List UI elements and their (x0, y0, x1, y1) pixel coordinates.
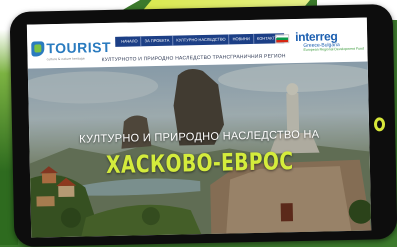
nav-item-heritage[interactable]: КУЛТУРНО НАСЛЕДСТВО (172, 34, 229, 46)
logo-text: TOURIST (46, 38, 112, 57)
main-nav: НАЧАЛО ЗА ПРОЕКТА КУЛТУРНО НАСЛЕДСТВО НО… (115, 33, 284, 47)
logo-mark-icon (31, 40, 45, 57)
nav-item-news[interactable]: НОВИНИ (228, 33, 254, 45)
interreg-fund: European Regional Development Fund (303, 46, 364, 52)
tablet-screen: TOURIST culture & nature heritage НАЧАЛО… (26, 17, 372, 238)
site-header: TOURIST culture & nature heritage НАЧАЛО… (26, 17, 368, 69)
logo-subtext: culture & nature heritage (46, 56, 85, 62)
bg-flag-icon[interactable] (275, 34, 290, 44)
interreg-logo[interactable]: interreg Greece-Bulgaria European Region… (295, 29, 365, 53)
nav-item-home[interactable]: НАЧАЛО (118, 36, 141, 46)
tablet-device: TOURIST culture & nature heritage НАЧАЛО… (9, 4, 397, 247)
hero-title: ХАСКОВО-ЕВРОС (105, 147, 294, 180)
hero-banner: КУЛТУРНО И ПРИРОДНО НАСЛЕДСТВО НА ХАСКОВ… (27, 61, 372, 238)
nav-item-about[interactable]: ЗА ПРОЕКТА (140, 35, 173, 47)
tablet-home-button[interactable] (373, 117, 386, 132)
site-tagline: КУЛТУРНОТО И ПРИРОДНО НАСЛЕДСТВО ТРАНСГР… (101, 53, 286, 64)
site-logo[interactable]: TOURIST (31, 37, 111, 59)
